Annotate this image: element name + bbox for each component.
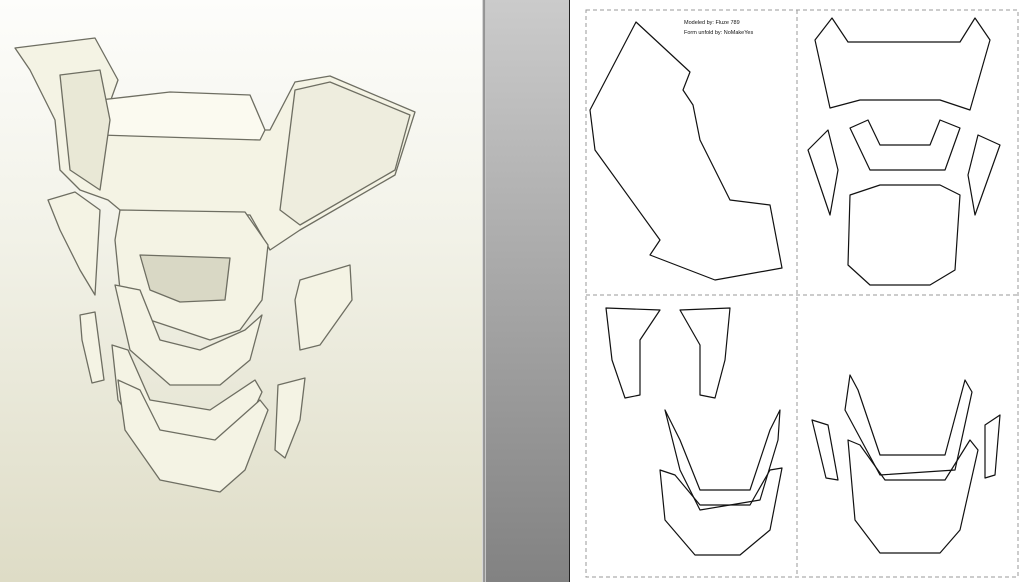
modeled-by-credit: Modeled by: Fluze 789 bbox=[684, 20, 740, 26]
unfold-by-credit: Form unfold by: NoMakeYes bbox=[684, 30, 754, 36]
part-upper-bar bbox=[814, 17, 991, 111]
page-border bbox=[585, 9, 1019, 578]
part-large bbox=[589, 21, 783, 281]
unfold-parts bbox=[585, 9, 1019, 578]
